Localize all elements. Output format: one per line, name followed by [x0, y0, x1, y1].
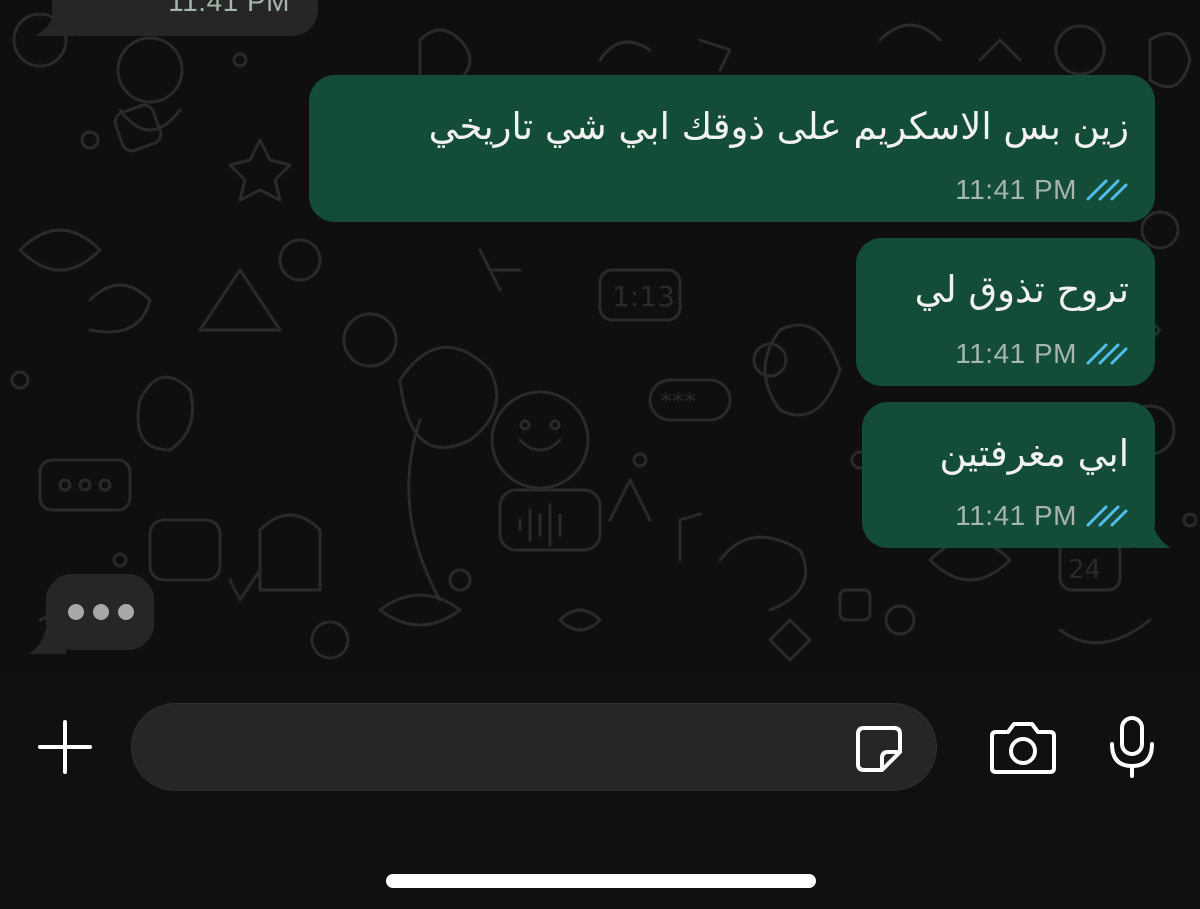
double-check-icon — [1086, 505, 1128, 527]
microphone-icon[interactable] — [1108, 714, 1156, 780]
camera-icon[interactable] — [990, 720, 1056, 774]
bubble-tail — [28, 628, 66, 654]
message-timestamp: 11:41 PM — [955, 338, 1077, 369]
message-text: تروح تذوق لي — [914, 268, 1129, 311]
message-meta: 11:41 PM — [955, 174, 1129, 206]
message-meta: 11:41 PM — [955, 338, 1129, 370]
svg-text:***: *** — [660, 388, 696, 416]
double-check-icon — [1086, 179, 1128, 201]
message-input[interactable] — [131, 703, 937, 791]
outgoing-message-bubble[interactable]: ابي مغرفتين 11:41 PM — [862, 402, 1155, 548]
message-text: ابي مغرفتين — [939, 432, 1129, 475]
outgoing-message-bubble[interactable]: زين بس الاسكريم على ذوقك ابي شي تاريخي 1… — [309, 75, 1155, 222]
incoming-message-bubble[interactable]: 11:41 PM — [52, 0, 318, 36]
bubble-tail — [34, 14, 74, 36]
bubble-tail — [1135, 524, 1171, 548]
svg-text:1:13: 1:13 — [612, 280, 675, 313]
composer-bar — [0, 678, 1200, 909]
outgoing-message-bubble[interactable]: تروح تذوق لي 11:41 PM — [856, 238, 1155, 386]
home-indicator[interactable] — [386, 874, 816, 888]
chat-area[interactable]: 1:13 *** 24 11:41 PM زين بس الاسكريم على… — [0, 0, 1200, 678]
plus-icon[interactable] — [36, 718, 94, 776]
message-timestamp: 11:41 PM — [955, 500, 1077, 531]
double-check-icon — [1086, 343, 1128, 365]
message-timestamp: 11:41 PM — [955, 174, 1077, 205]
typing-dots — [68, 604, 134, 620]
message-text: زين بس الاسكريم على ذوقك ابي شي تاريخي — [428, 105, 1129, 148]
svg-text:24: 24 — [1068, 555, 1101, 585]
message-meta: 11:41 PM — [955, 500, 1129, 532]
message-timestamp: 11:41 PM — [168, 0, 290, 17]
sticker-icon[interactable] — [854, 724, 904, 774]
